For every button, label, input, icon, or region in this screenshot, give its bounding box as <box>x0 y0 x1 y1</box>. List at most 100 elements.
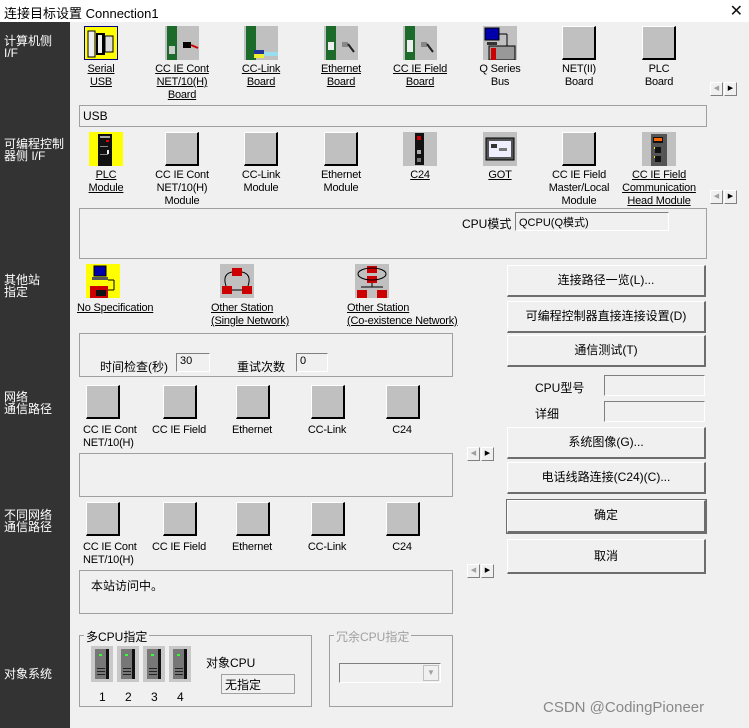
coexistence-network-icon[interactable] <box>355 264 389 298</box>
phone-line-button[interactable]: 电话线路连接(C24)(C)... <box>507 462 706 494</box>
plc-side-item[interactable] <box>89 132 123 166</box>
blank-icon[interactable] <box>324 132 358 166</box>
other-station-panel: 时间检查(秒) 30 重试次数 0 <box>79 333 453 377</box>
other-station-item[interactable] <box>220 264 254 298</box>
pc-side-item[interactable] <box>165 26 199 60</box>
scroll-right-icon[interactable]: ▶ <box>481 564 494 578</box>
pc-side-item-label[interactable]: PLC Board <box>614 63 704 89</box>
network-route-scroll[interactable]: ◀ ▶ <box>467 447 495 461</box>
route-list-button[interactable]: 连接路径一览(L)... <box>507 265 706 297</box>
diff-network-route-blank-icon[interactable] <box>311 502 345 536</box>
blank-icon[interactable] <box>165 132 199 166</box>
plc-side-item[interactable] <box>562 132 596 166</box>
head-module-icon[interactable] <box>642 132 676 166</box>
diff-network-route-scroll[interactable]: ◀ ▶ <box>467 564 495 578</box>
network-route-blank-icon[interactable] <box>163 385 197 419</box>
network-route-blank-icon[interactable] <box>311 385 345 419</box>
blank-icon[interactable] <box>562 132 596 166</box>
q-series-bus-icon[interactable] <box>483 26 517 60</box>
pc-side-item[interactable] <box>84 26 118 60</box>
plc-module-icon[interactable] <box>89 132 123 166</box>
plc-side-item[interactable] <box>483 132 517 166</box>
pc-side-scroll[interactable]: ◀ ▶ <box>710 82 738 96</box>
ok-button[interactable]: 确定 <box>506 499 707 534</box>
retry-label: 重试次数 <box>237 360 286 374</box>
pc-side-item[interactable] <box>244 26 278 60</box>
network-route-blank-icon[interactable] <box>86 385 120 419</box>
cpu-3-icon[interactable] <box>143 646 165 682</box>
label-line: Module <box>561 195 597 207</box>
pc-side-item-label[interactable]: Ethernet Board <box>296 63 386 89</box>
cc-ie-cont-board-icon[interactable] <box>165 26 199 60</box>
network-route-blank-icon[interactable] <box>236 385 270 419</box>
scroll-left-icon[interactable]: ◀ <box>710 190 723 204</box>
pc-side-item[interactable] <box>642 26 676 60</box>
plc-side-item-label[interactable]: C24 <box>375 169 465 182</box>
cpu-1-icon[interactable] <box>91 646 113 682</box>
plc-side-item-label[interactable]: CC IE Field Master/Local Module <box>534 169 624 208</box>
cancel-button[interactable]: 取消 <box>507 539 706 574</box>
comm-test-button[interactable]: 通信测试(T) <box>507 335 706 367</box>
blank-icon[interactable] <box>244 132 278 166</box>
c24-icon[interactable] <box>403 132 437 166</box>
scroll-right-icon[interactable]: ▶ <box>481 447 494 461</box>
label-line: Module <box>243 182 279 194</box>
no-specification-icon[interactable] <box>86 264 120 298</box>
pc-side-item[interactable] <box>483 26 517 60</box>
blank-icon[interactable] <box>642 26 676 60</box>
sidebar: 计算机侧 I/F 可编程控制 器侧 I/F 其他站 指定 网络 通信路径 不同网络 通信路… <box>0 22 70 728</box>
redundant-cpu-group: 冗余CPU指定 ▼ <box>329 628 453 707</box>
system-image-button[interactable]: 系统图像(G)... <box>507 427 706 459</box>
close-icon[interactable]: ✕ <box>730 1 743 21</box>
plc-side-item[interactable] <box>165 132 199 166</box>
scroll-left-icon[interactable]: ◀ <box>467 564 480 578</box>
got-icon[interactable] <box>483 132 517 166</box>
diff-network-route-blank-icon[interactable] <box>86 502 120 536</box>
plc-side-item-label[interactable]: CC IE Cont NET/10(H) Module <box>137 169 227 208</box>
network-route-blank-icon[interactable] <box>386 385 420 419</box>
pc-side-item[interactable] <box>403 26 437 60</box>
scroll-right-icon[interactable]: ▶ <box>724 82 737 96</box>
scroll-left-icon[interactable]: ◀ <box>710 82 723 96</box>
time-check-field[interactable]: 30 <box>176 353 210 372</box>
pc-side-item-label[interactable]: CC-Link Board <box>216 63 306 89</box>
diff-network-route-blank-icon[interactable] <box>386 502 420 536</box>
scroll-right-icon[interactable]: ▶ <box>724 190 737 204</box>
direct-connect-button[interactable]: 可编程控制器直接连接设置(D) <box>507 301 706 333</box>
other-station-item-label[interactable]: Other Station (Co-existence Network) <box>347 302 507 328</box>
diff-network-route-blank-icon[interactable] <box>163 502 197 536</box>
single-network-icon[interactable] <box>220 264 254 298</box>
cpu-2-icon[interactable] <box>117 646 139 682</box>
cpu-4-icon[interactable] <box>169 646 191 682</box>
other-station-item[interactable] <box>355 264 389 298</box>
other-station-item[interactable] <box>86 264 120 298</box>
plc-side-scroll[interactable]: ◀ ▶ <box>710 190 738 204</box>
cpu-mode-field[interactable]: QCPU(Q模式) <box>515 212 669 231</box>
cc-link-board-icon[interactable] <box>244 26 278 60</box>
pc-side-item-label[interactable]: NET(II) Board <box>534 63 624 89</box>
plc-side-item-label[interactable]: CC IE Field Communication Head Module <box>614 169 704 208</box>
label-line: CC-Link <box>241 63 281 75</box>
plc-side-item[interactable] <box>642 132 676 166</box>
pc-side-item[interactable] <box>324 26 358 60</box>
pc-side-item-label[interactable]: CC IE Cont NET/10(H) Board <box>137 63 227 102</box>
plc-side-item-label[interactable]: CC-Link Module <box>216 169 306 195</box>
plc-side-item-label[interactable]: GOT <box>455 169 545 182</box>
blank-icon[interactable] <box>562 26 596 60</box>
plc-side-item[interactable] <box>324 132 358 166</box>
pc-side-item-label[interactable]: Q Series Bus <box>455 63 545 89</box>
dropdown-arrow-icon[interactable]: ▼ <box>423 665 439 681</box>
scroll-left-icon[interactable]: ◀ <box>467 447 480 461</box>
plc-side-item-label[interactable]: Ethernet Module <box>296 169 386 195</box>
plc-side-item[interactable] <box>403 132 437 166</box>
diff-network-route-blank-icon[interactable] <box>236 502 270 536</box>
pc-side-item[interactable] <box>562 26 596 60</box>
cc-ie-field-board-icon[interactable] <box>403 26 437 60</box>
serial-usb-icon[interactable] <box>84 26 118 60</box>
plc-side-item[interactable] <box>244 132 278 166</box>
retry-field[interactable]: 0 <box>296 353 328 372</box>
ethernet-board-icon[interactable] <box>324 26 358 60</box>
target-cpu-field: 无指定 <box>221 674 295 694</box>
pc-side-item-label[interactable]: CC IE Field Board <box>375 63 465 89</box>
pc-side-item-label[interactable]: Serial USB <box>56 63 146 89</box>
